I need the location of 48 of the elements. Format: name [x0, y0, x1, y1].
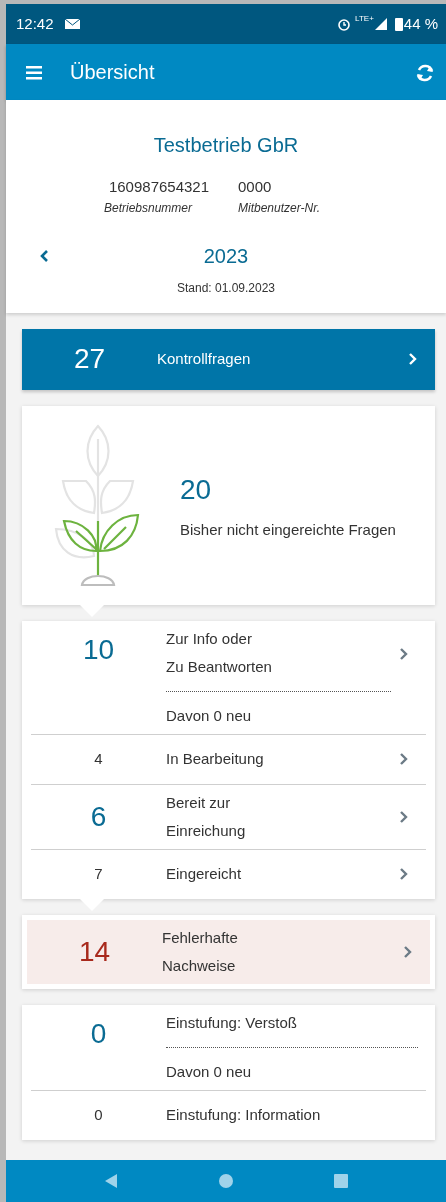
status-row[interactable]: 10 Zur Info oder Zu Beantworten Davon 0 neu [31, 620, 426, 734]
status-label: Fehlerhafte Nachweise [162, 927, 239, 976]
back-icon[interactable] [103, 1173, 120, 1189]
mail-icon [63, 17, 81, 31]
status-time: 12:42 [16, 13, 54, 34]
signal-icon [373, 17, 388, 31]
status-count: 10 [81, 632, 116, 667]
status-row[interactable]: 6 Bereit zur Einreichung [31, 783, 426, 849]
pending-count: 20 [180, 472, 213, 507]
status-label: Bereit zur Einreichung [166, 792, 247, 841]
new-count-note: Davon 0 neu [166, 690, 391, 730]
summary-count: 27 [72, 342, 107, 376]
pending-label: Bisher nicht eingereichte Fragen [180, 519, 396, 540]
status-label: Eingereicht [166, 864, 243, 884]
status-label: Zur Info oder Zu Beantworten [166, 628, 273, 677]
battery-icon [393, 16, 404, 32]
stand-date: Stand: 01.09.2023 [175, 279, 277, 297]
status-row[interactable]: 4 In Bearbeitung [31, 733, 426, 784]
menu-icon [26, 65, 42, 81]
alarm-clock-icon [337, 17, 352, 31]
chevron-right-icon [408, 352, 417, 366]
summary-label: Kontrollfragen [157, 348, 252, 369]
field-value: 160987654321 [107, 177, 211, 197]
page-title: Übersicht [70, 60, 156, 84]
status-count: 14 [77, 934, 112, 969]
status-count: 6 [89, 799, 108, 834]
field-value: 0000 [238, 177, 273, 197]
status-count: 0 [93, 1104, 104, 1125]
battery-percent: 44 % [403, 13, 438, 34]
status-label: Einstufung: Verstoß [166, 1012, 298, 1033]
status-count: 4 [93, 748, 104, 769]
status-label: Einstufung: Information [166, 1105, 322, 1125]
new-count-note: Davon 0 neu [166, 1046, 418, 1086]
refresh-icon [416, 63, 434, 82]
status-count: 0 [89, 1016, 108, 1051]
home-icon[interactable] [218, 1173, 234, 1189]
year-label: 2023 [202, 243, 250, 269]
summary-card[interactable]: 27 Kontrollfragen [22, 328, 435, 390]
status-count: 7 [93, 863, 104, 884]
status-row[interactable]: 14 Fehlerhafte Nachweise [27, 919, 430, 984]
field-label: Mitbenutzer-Nr. [238, 199, 322, 217]
status-label: In Bearbeitung [166, 749, 265, 769]
field-label: Betriebsnummer [104, 199, 194, 217]
status-row[interactable]: 7 Eingereicht [31, 848, 426, 899]
recent-apps-icon[interactable] [332, 1173, 349, 1189]
network-type: LTE+ [355, 13, 374, 25]
company-name: Testbetrieb GbR [152, 133, 300, 158]
chevron-left-icon [40, 249, 49, 264]
